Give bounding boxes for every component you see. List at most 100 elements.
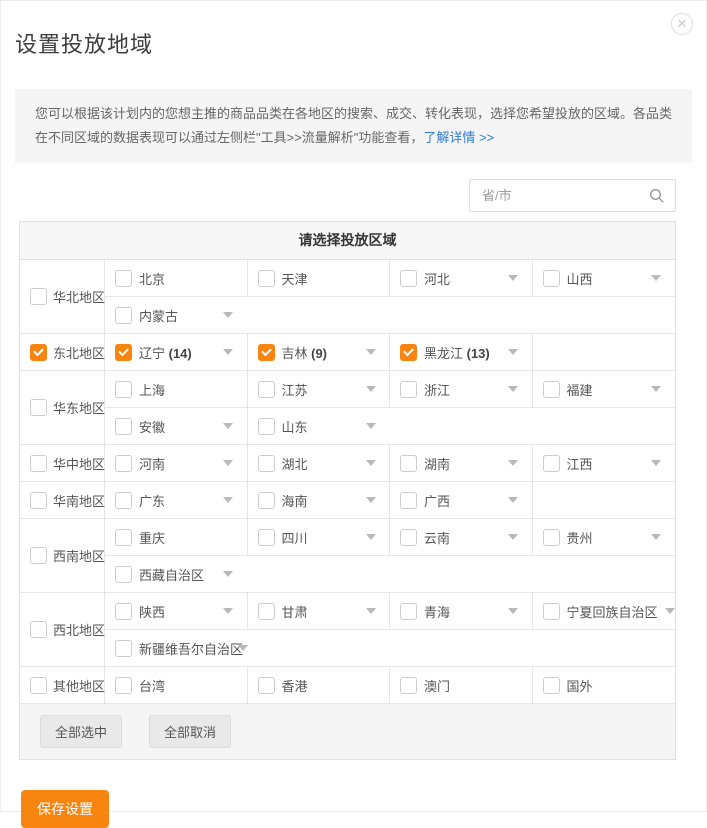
dropdown-arrow-icon[interactable] [223, 349, 233, 355]
dropdown-arrow-icon[interactable] [508, 386, 518, 392]
learn-more-link[interactable]: 了解详情 >> [423, 130, 494, 145]
region-checkbox[interactable] [30, 492, 47, 509]
province-checkbox[interactable] [400, 270, 417, 287]
province-line: 陕西甘肃青海宁夏回族自治区 [105, 593, 675, 630]
dropdown-arrow-icon[interactable] [366, 534, 376, 540]
province-checkbox[interactable] [400, 603, 417, 620]
province-cell: 宁夏回族自治区 [533, 593, 676, 629]
dropdown-arrow-icon[interactable] [508, 349, 518, 355]
province-label: 北京 [139, 269, 215, 288]
province-label: 黑龙江 (13) [424, 343, 500, 362]
province-checkbox[interactable] [115, 603, 132, 620]
province-label: 甘肃 [282, 602, 358, 621]
province-checkbox[interactable] [400, 455, 417, 472]
dropdown-arrow-icon[interactable] [223, 497, 233, 503]
cancel-all-button[interactable]: 全部取消 [149, 715, 231, 748]
region-label-cell: 华北地区 [20, 260, 105, 333]
search-input[interactable] [470, 188, 649, 203]
region-checkbox[interactable] [30, 344, 47, 361]
province-line: 西藏自治区 [105, 556, 675, 592]
province-checkbox[interactable] [115, 381, 132, 398]
region-checkbox[interactable] [30, 621, 47, 638]
province-checkbox[interactable] [400, 492, 417, 509]
province-cell: 西藏自治区 [105, 556, 248, 592]
region-checkbox[interactable] [30, 288, 47, 305]
province-label: 江西 [567, 454, 643, 473]
province-checkbox[interactable] [543, 529, 560, 546]
province-checkbox[interactable] [258, 418, 275, 435]
region-name: 其他地区 [53, 676, 105, 695]
province-label: 河南 [139, 454, 215, 473]
dropdown-arrow-icon[interactable] [651, 275, 661, 281]
province-checkbox[interactable] [115, 640, 132, 657]
select-all-button[interactable]: 全部选中 [40, 715, 122, 748]
province-checkbox[interactable] [115, 566, 132, 583]
search-row [1, 179, 676, 212]
province-checkbox[interactable] [543, 381, 560, 398]
dropdown-arrow-icon[interactable] [508, 460, 518, 466]
region-checkbox[interactable] [30, 677, 47, 694]
dropdown-arrow-icon[interactable] [223, 312, 233, 318]
dropdown-arrow-icon[interactable] [665, 608, 675, 614]
province-checkbox[interactable] [543, 455, 560, 472]
dropdown-arrow-icon[interactable] [651, 534, 661, 540]
dropdown-arrow-icon[interactable] [223, 460, 233, 466]
region-checkbox[interactable] [30, 455, 47, 472]
province-checkbox[interactable] [258, 270, 275, 287]
province-cell: 四川 [248, 519, 391, 555]
dropdown-arrow-icon[interactable] [223, 423, 233, 429]
province-cell: 江苏 [248, 371, 391, 407]
dropdown-arrow-icon[interactable] [508, 497, 518, 503]
province-checkbox[interactable] [258, 677, 275, 694]
province-checkbox[interactable] [258, 455, 275, 472]
region-content: 河南湖北湖南江西 [105, 445, 675, 481]
province-checkbox[interactable] [115, 344, 132, 361]
dropdown-arrow-icon[interactable] [223, 571, 233, 577]
dropdown-arrow-icon[interactable] [366, 497, 376, 503]
dropdown-arrow-icon[interactable] [508, 534, 518, 540]
province-label: 云南 [424, 528, 500, 547]
region-content: 北京天津河北山西内蒙古 [105, 260, 675, 333]
province-checkbox[interactable] [115, 455, 132, 472]
region-checkbox[interactable] [30, 547, 47, 564]
dropdown-arrow-icon[interactable] [223, 608, 233, 614]
region-checkbox[interactable] [30, 399, 47, 416]
dropdown-arrow-icon[interactable] [366, 349, 376, 355]
province-checkbox[interactable] [543, 270, 560, 287]
province-checkbox[interactable] [258, 344, 275, 361]
close-icon[interactable]: ✕ [671, 13, 693, 35]
province-checkbox[interactable] [115, 418, 132, 435]
search-icon[interactable] [649, 188, 665, 204]
dropdown-arrow-icon[interactable] [366, 608, 376, 614]
dropdown-arrow-icon[interactable] [366, 423, 376, 429]
dropdown-arrow-icon[interactable] [366, 386, 376, 392]
province-checkbox[interactable] [115, 529, 132, 546]
province-checkbox[interactable] [543, 603, 560, 620]
province-checkbox[interactable] [400, 344, 417, 361]
province-checkbox[interactable] [115, 492, 132, 509]
province-checkbox[interactable] [258, 529, 275, 546]
province-checkbox[interactable] [543, 677, 560, 694]
province-cell [533, 482, 676, 518]
province-label: 陕西 [139, 602, 215, 621]
dropdown-arrow-icon[interactable] [508, 275, 518, 281]
province-checkbox[interactable] [258, 492, 275, 509]
dropdown-arrow-icon[interactable] [238, 645, 248, 651]
dropdown-arrow-icon[interactable] [651, 386, 661, 392]
province-checkbox[interactable] [400, 529, 417, 546]
save-settings-button[interactable]: 保存设置 [21, 790, 109, 828]
province-checkbox[interactable] [258, 603, 275, 620]
province-cell: 浙江 [390, 371, 533, 407]
province-checkbox[interactable] [400, 677, 417, 694]
empty-filler [248, 297, 676, 333]
province-checkbox[interactable] [400, 381, 417, 398]
province-checkbox[interactable] [115, 677, 132, 694]
dropdown-arrow-icon[interactable] [508, 608, 518, 614]
region-label-cell: 其他地区 [20, 667, 105, 703]
region-name: 西北地区 [53, 620, 105, 639]
province-checkbox[interactable] [115, 270, 132, 287]
dropdown-arrow-icon[interactable] [651, 460, 661, 466]
province-checkbox[interactable] [115, 307, 132, 324]
dropdown-arrow-icon[interactable] [366, 460, 376, 466]
province-checkbox[interactable] [258, 381, 275, 398]
